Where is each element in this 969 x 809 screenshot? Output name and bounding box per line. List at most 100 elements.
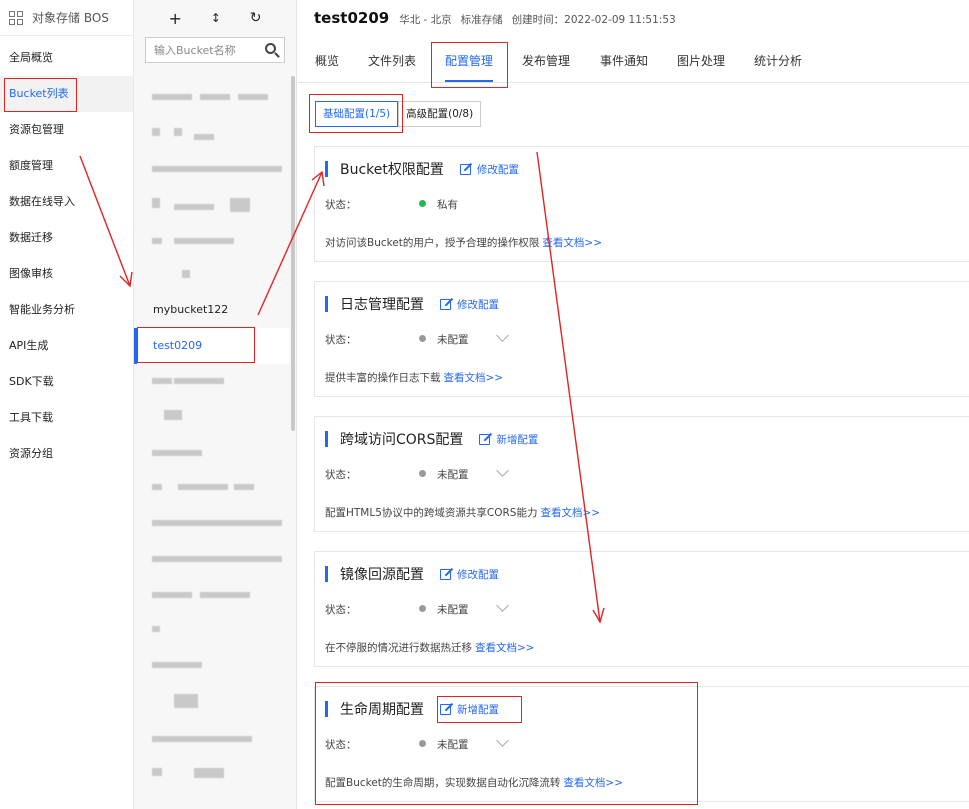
nav-item-resource-groups[interactable]: 资源分组 <box>0 436 133 472</box>
bucket-name: mybucket122 <box>153 303 229 316</box>
list-item-obscured[interactable] <box>134 398 289 434</box>
status-value: 未配置 <box>437 604 469 616</box>
list-item-selected[interactable]: test0209 <box>134 328 289 364</box>
nav-item-image-review[interactable]: 图像审核 <box>0 256 133 292</box>
view-docs-link[interactable]: 查看文档>> <box>540 507 600 519</box>
card-title-row: 生命周期配置 新增配置 <box>325 699 499 719</box>
sort-icon[interactable]: ↕ <box>211 11 221 25</box>
status-label: 状态： <box>325 469 357 481</box>
subtab-basic-config[interactable]: 基础配置(1/5) <box>315 101 399 127</box>
list-item[interactable]: mybucket122 <box>134 292 289 328</box>
tab-config-management[interactable]: 配置管理 <box>445 42 494 82</box>
chevron-down-icon[interactable] <box>496 734 509 747</box>
list-item-obscured[interactable] <box>134 188 289 224</box>
bucket-toolbar: + ↕ ↻ <box>134 0 296 36</box>
view-docs-link[interactable]: 查看文档>> <box>542 237 602 249</box>
refresh-icon[interactable]: ↻ <box>250 10 262 26</box>
nav-item-migration[interactable]: 数据迁移 <box>0 220 133 256</box>
card-description: 配置HTML5协议中的跨域资源共享CORS能力 查看文档>> <box>325 505 600 520</box>
tab-event-notify[interactable]: 事件通知 <box>600 42 648 80</box>
list-item-obscured[interactable] <box>134 80 289 116</box>
list-item-obscured[interactable] <box>134 436 289 472</box>
list-item-obscured[interactable] <box>134 722 289 758</box>
edit-icon <box>459 163 471 175</box>
chevron-down-icon[interactable] <box>496 464 509 477</box>
list-item-obscured[interactable] <box>134 260 289 296</box>
status-label: 状态： <box>325 604 357 616</box>
nav-item-overview[interactable]: 全局概览 <box>0 40 133 76</box>
list-item-obscured[interactable] <box>134 470 289 506</box>
chevron-down-icon[interactable] <box>496 599 509 612</box>
card-description-text: 在不停服的情况进行数据热迁移 <box>325 642 472 654</box>
bucket-detail: test0209 华北 - 北京 标准存储 创建时间：2022-02-09 11… <box>298 0 969 809</box>
left-nav: 对象存储 BOS 全局概览 Bucket列表 资源包管理 额度管理 数据在线导入… <box>0 0 134 809</box>
status-label: 状态： <box>325 739 357 751</box>
list-item-obscured[interactable] <box>134 578 289 614</box>
status-dot-icon <box>419 200 426 207</box>
card-title: Bucket权限配置 <box>340 162 444 178</box>
app-brand[interactable]: 对象存储 BOS <box>0 0 133 36</box>
list-item-obscured[interactable] <box>134 152 289 188</box>
edit-icon <box>479 433 491 445</box>
list-item-obscured[interactable] <box>134 506 289 542</box>
nav-item-online-import[interactable]: 数据在线导入 <box>0 184 133 220</box>
status-value: 未配置 <box>437 739 469 751</box>
list-item-obscured[interactable] <box>134 224 289 260</box>
list-item-obscured[interactable] <box>134 542 289 578</box>
bucket-storage-class: 标准存储 <box>460 14 503 26</box>
tab-statistics[interactable]: 统计分析 <box>754 42 802 80</box>
edit-icon <box>440 703 451 715</box>
status-value: 未配置 <box>437 469 469 481</box>
nav-item-tool-download[interactable]: 工具下载 <box>0 400 133 436</box>
list-item-obscured[interactable] <box>134 756 289 792</box>
nav-item-bucket-list[interactable]: Bucket列表 <box>0 76 133 112</box>
view-docs-link[interactable]: 查看文档>> <box>563 777 623 789</box>
edit-icon <box>440 298 451 310</box>
card-description-text: 配置Bucket的生命周期，实现数据自动化沉降流转 <box>325 777 561 789</box>
bucket-list-scrollbar[interactable] <box>291 76 295 431</box>
add-config-link[interactable]: 新增配置 <box>479 432 538 447</box>
nav-item-business-analysis[interactable]: 智能业务分析 <box>0 292 133 328</box>
list-item-obscured[interactable] <box>134 364 289 400</box>
nav-item-quota[interactable]: 额度管理 <box>0 148 133 184</box>
edit-config-link[interactable]: 修改配置 <box>440 567 499 582</box>
card-description-text: 提供丰富的操作日志下载 <box>325 372 441 384</box>
card-accent-bar <box>325 701 328 717</box>
list-item-obscured[interactable] <box>134 116 289 152</box>
card-title: 镜像回源配置 <box>340 567 424 583</box>
apps-grid-icon <box>9 10 23 25</box>
tab-file-list[interactable]: 文件列表 <box>368 42 416 80</box>
status-dot-icon <box>419 740 426 747</box>
list-item-obscured[interactable] <box>134 684 289 720</box>
detail-tabs: 概览 文件列表 配置管理 发布管理 事件通知 图片处理 统计分析 <box>298 42 969 83</box>
subtab-advanced-config[interactable]: 高级配置(0/8) <box>398 101 482 127</box>
search-icon[interactable] <box>265 43 276 54</box>
card-title: 生命周期配置 <box>340 702 424 718</box>
list-item-obscured[interactable] <box>134 612 289 648</box>
status-label: 状态： <box>325 334 357 346</box>
chevron-down-icon[interactable] <box>496 329 509 342</box>
edit-config-link[interactable]: 修改配置 <box>459 162 519 177</box>
view-docs-link[interactable]: 查看文档>> <box>444 372 504 384</box>
nav-item-sdk-download[interactable]: SDK下载 <box>0 364 133 400</box>
tab-image-processing[interactable]: 图片处理 <box>677 42 725 80</box>
status-value: 未配置 <box>437 334 469 346</box>
edit-config-label: 修改配置 <box>457 298 499 311</box>
view-docs-link[interactable]: 查看文档>> <box>475 642 535 654</box>
status-value: 私有 <box>437 199 458 211</box>
tab-overview[interactable]: 概览 <box>315 42 339 80</box>
bucket-search-input[interactable]: 输入Bucket名称 <box>145 37 285 63</box>
add-icon[interactable]: + <box>168 9 181 28</box>
list-item-obscured[interactable] <box>134 648 289 684</box>
nav-item-resource-packages[interactable]: 资源包管理 <box>0 112 133 148</box>
bucket-created-time: 创建时间：2022-02-09 11:51:53 <box>511 14 676 26</box>
tab-publish-management[interactable]: 发布管理 <box>522 42 570 80</box>
add-config-link[interactable]: 新增配置 <box>440 702 499 717</box>
card-description: 对访问该Bucket的用户，授予合理的操作权限 查看文档>> <box>325 235 602 250</box>
edit-icon <box>440 568 451 580</box>
bucket-name: test0209 <box>153 339 203 352</box>
nav-item-api-generate[interactable]: API生成 <box>0 328 133 364</box>
edit-config-link[interactable]: 修改配置 <box>440 297 499 312</box>
card-title: 日志管理配置 <box>340 297 424 313</box>
status-dot-icon <box>419 605 426 612</box>
